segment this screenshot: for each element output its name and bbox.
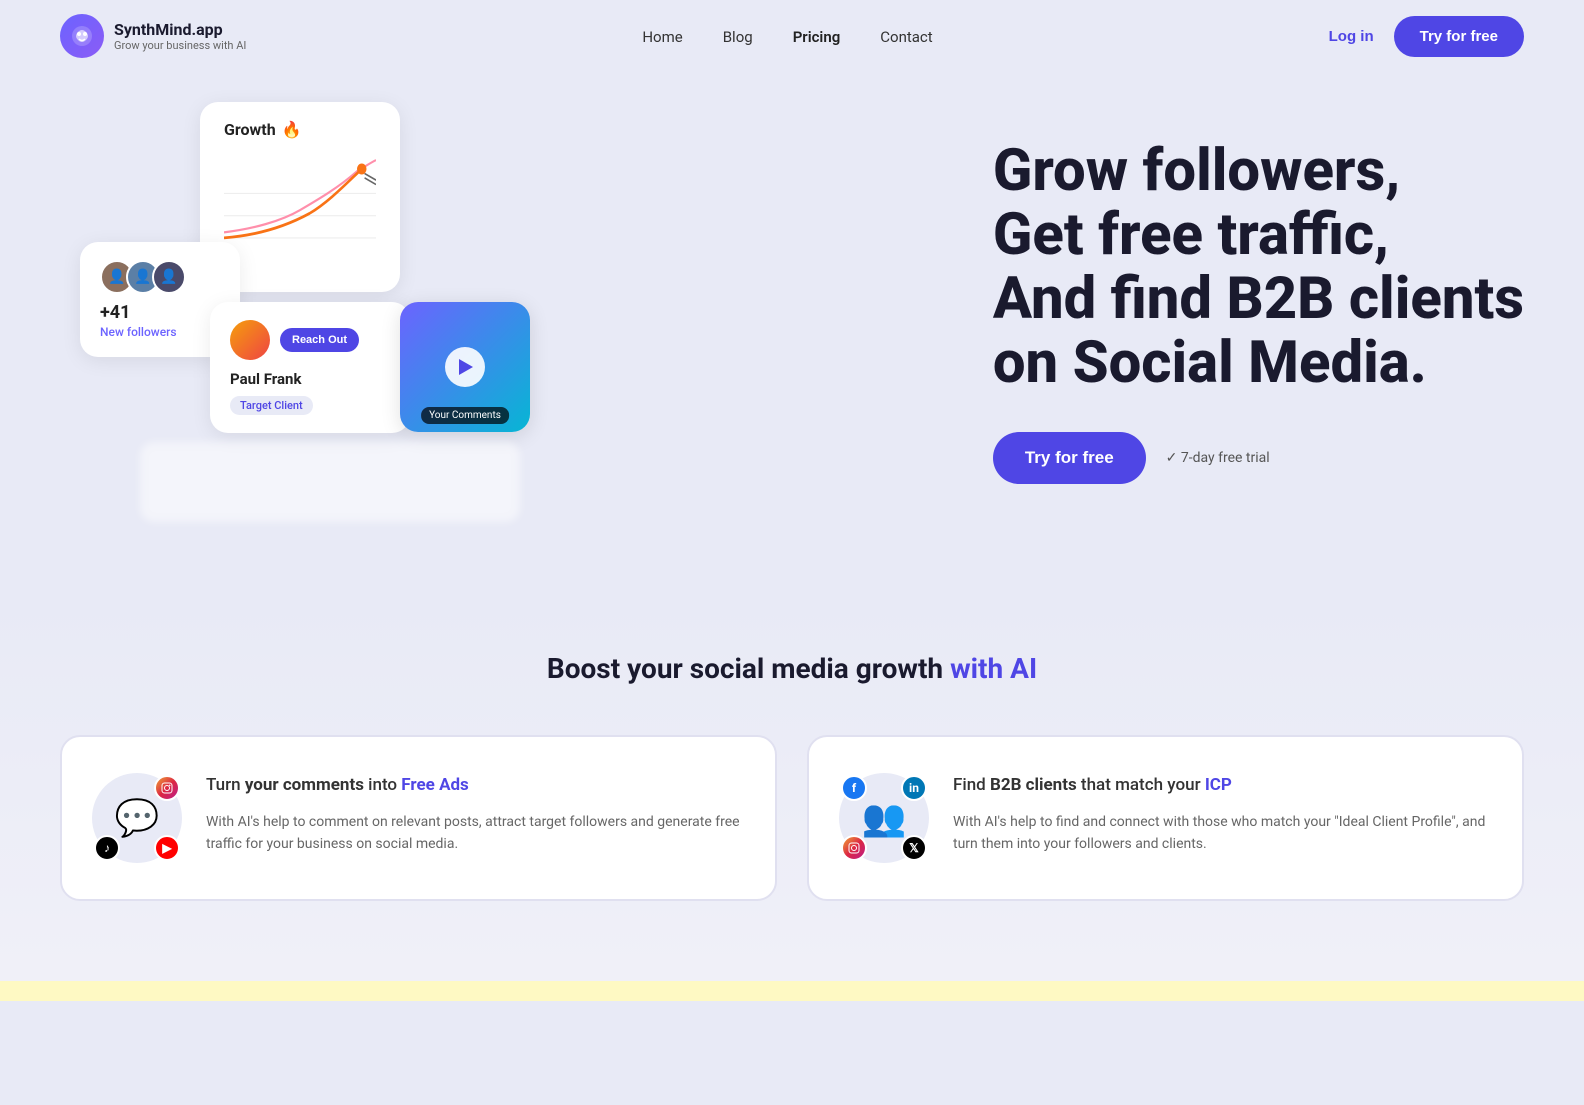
feature-icon-comments: 💬 ▶ ♪ [92,773,182,863]
logo[interactable]: SynthMind.app Grow your business with AI [60,14,246,58]
boost-title-accent: with AI [950,652,1037,685]
avatars-row: 👤 👤 👤 [100,260,220,294]
headline-line2: Get free traffic, [993,201,1389,269]
feature-title-b2b: Find B2B clients that match your ICP [953,773,1492,799]
target-client-card: Reach Out Paul Frank Target Client [210,302,410,433]
nav-blog[interactable]: Blog [723,27,753,46]
logo-tagline: Grow your business with AI [114,39,246,52]
growth-card-title: Growth 🔥 [224,120,376,139]
bottom-bar [0,981,1584,1001]
boost-title-prefix: Boost your social media growth [547,652,950,685]
navigation: SynthMind.app Grow your business with AI… [0,0,1584,72]
comment-icon: 💬 [115,797,160,839]
feature-title-comments: Turn your comments into Free Ads [206,773,745,799]
hero-cta: Try for free ✓ 7-day free trial [993,432,1524,484]
avatar-3: 👤 [152,260,186,294]
hero-section: Growth 🔥 [0,72,1584,592]
boost-title: Boost your social media growth with AI [60,652,1524,685]
feature-card-b2b: 👥 f in 𝕏 Find B2B clients that match you… [807,735,1524,901]
logo-icon [60,14,104,58]
feature-card-comments: 💬 ▶ ♪ Turn your comments into Free Ads W… [60,735,777,901]
headline-line4: on Social Media. [993,329,1427,397]
hero-headline: Grow followers, Get free traffic, And fi… [993,140,1524,395]
target-name: Paul Frank [230,370,390,388]
login-button[interactable]: Log in [1329,28,1374,45]
feature-desc-b2b: With AI's help to find and connect with … [953,811,1492,856]
people-icon: 👥 [862,797,907,839]
nav-links: Home Blog Pricing Contact [642,27,932,46]
feature-icon-b2b: 👥 f in 𝕏 [839,773,929,863]
feature-content-b2b: Find B2B clients that match your ICP Wit… [953,773,1492,855]
video-card: Your Comments [400,302,530,432]
feature-desc-comments: With AI's help to comment on relevant po… [206,811,745,856]
growth-chart [224,149,376,249]
target-badge: Target Client [230,396,313,415]
nav-home[interactable]: Home [642,27,682,46]
nav-contact[interactable]: Contact [880,27,932,46]
blur-card [140,442,520,522]
target-header: Reach Out [230,320,390,360]
headline-line3: And find B2B clients [993,265,1524,333]
feature-content-comments: Turn your comments into Free Ads With AI… [206,773,745,855]
reach-out-button[interactable]: Reach Out [280,328,359,352]
feature-cards: 💬 ▶ ♪ Turn your comments into Free Ads W… [60,735,1524,901]
play-button[interactable] [445,347,485,387]
hero-illustration: Growth 🔥 [60,102,580,522]
followers-count: +41 [100,302,220,323]
followers-label: New followers [100,325,220,339]
hero-text: Grow followers, Get free traffic, And fi… [993,140,1524,483]
flame-icon: 🔥 [282,120,302,139]
try-button-nav[interactable]: Try for free [1394,16,1524,57]
boost-section: Boost your social media growth with AI 💬… [0,592,1584,981]
headline-line1: Grow followers, [993,137,1400,205]
logo-name: SynthMind.app [114,20,246,39]
comments-badge: Your Comments [421,407,509,424]
try-button-hero[interactable]: Try for free [993,432,1146,484]
nav-actions: Log in Try for free [1329,16,1524,57]
trial-text: ✓ 7-day free trial [1166,450,1270,466]
target-avatar [230,320,270,360]
nav-pricing[interactable]: Pricing [793,27,841,46]
play-icon [459,359,473,375]
